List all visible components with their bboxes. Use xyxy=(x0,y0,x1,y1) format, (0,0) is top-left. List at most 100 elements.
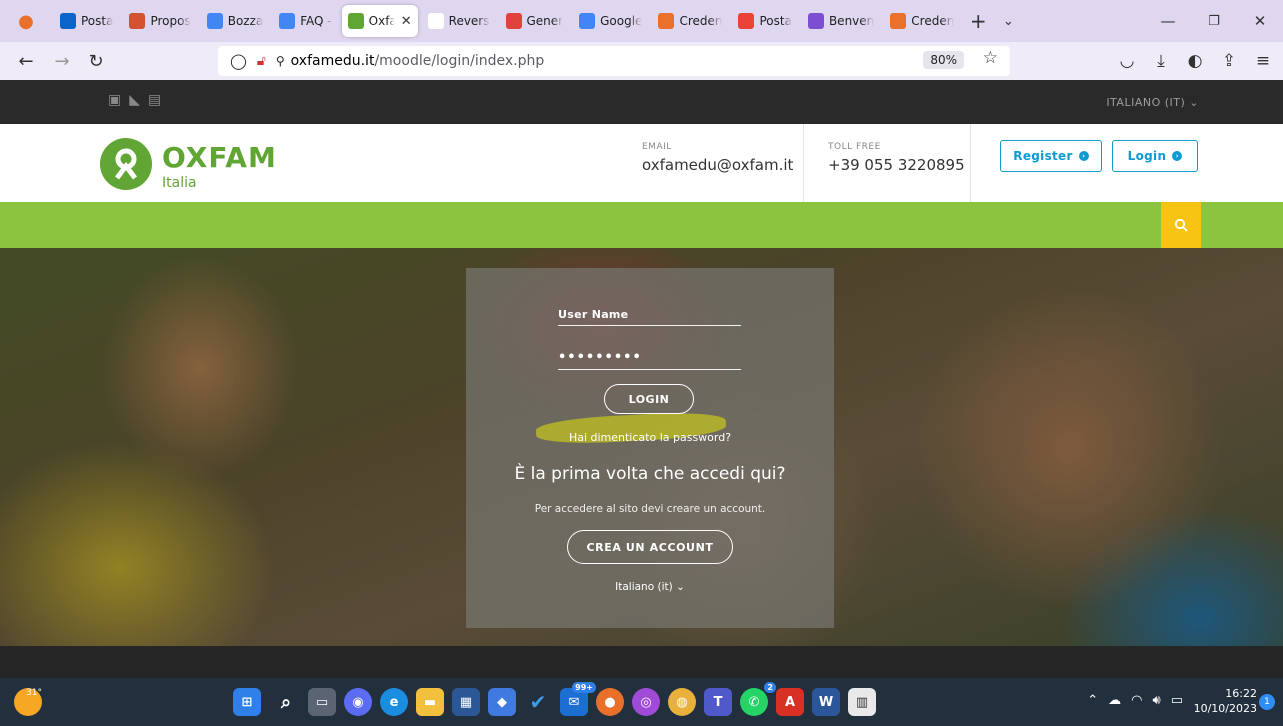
first-time-heading: È la prima volta che accedi qui? xyxy=(514,464,786,484)
oxfam-logo[interactable]: OXFAM Italia xyxy=(100,138,277,190)
volume-icon[interactable]: 🔊︎ xyxy=(1153,693,1161,708)
search-button[interactable] xyxy=(1161,202,1201,248)
zoom-indicator[interactable]: 80% xyxy=(923,51,964,69)
oxfam-icon xyxy=(347,13,364,29)
weather-temp: 31° xyxy=(26,688,42,698)
cloud-icon[interactable]: ☁ xyxy=(1108,693,1121,708)
chrome-icon[interactable]: ◍ xyxy=(668,688,696,716)
password-input[interactable]: ••••••••• xyxy=(558,350,741,370)
navigation-toolbar: ← → ↻ ◯ 🔓︎ ⚲ oxfamedu.it/moodle/login/in… xyxy=(0,42,1283,80)
share-icon[interactable]: ⇪ xyxy=(1215,47,1243,75)
forgot-password-link[interactable]: Hai dimenticato la password? xyxy=(466,431,834,444)
email-value[interactable]: oxfamedu@oxfam.it xyxy=(642,156,793,174)
google-icon xyxy=(579,13,596,29)
browser-tab[interactable]: FAQ - xyxy=(273,5,337,37)
docs-icon xyxy=(279,13,296,29)
browser-tab[interactable]: Propos xyxy=(123,5,196,37)
menu-icon[interactable]: ≡ xyxy=(1249,47,1277,75)
register-button[interactable]: Register › xyxy=(1000,140,1102,172)
clock-date: 10/10/2023 xyxy=(1193,702,1257,715)
word-icon[interactable]: W xyxy=(812,688,840,716)
arrow-circle-icon: › xyxy=(1078,151,1089,161)
email-label: EMAIL xyxy=(642,142,672,152)
login-button[interactable]: LOGIN xyxy=(604,384,694,414)
chevron-up-icon[interactable]: ⌃ xyxy=(1087,693,1098,708)
app-icon[interactable]: ◆ xyxy=(488,688,516,716)
email-contact: EMAIL oxfamedu@oxfam.it xyxy=(642,142,793,174)
tab-label: Oxfa xyxy=(368,14,395,28)
arrow-circle-icon: › xyxy=(1172,151,1183,161)
search-taskbar-icon[interactable]: ⌕ xyxy=(272,688,300,716)
tab-label: Posta xyxy=(81,14,114,28)
extension-icon[interactable]: ◐ xyxy=(1181,47,1209,75)
language-switcher[interactable]: ITALIANO (IT) ⌄ xyxy=(1106,96,1199,109)
bookmark-star-icon[interactable]: ☆ xyxy=(983,48,998,68)
permissions-icon[interactable]: ⚲ xyxy=(276,54,285,68)
app-icon[interactable]: ▥ xyxy=(848,688,876,716)
whatsapp-icon[interactable]: ✆ 2 xyxy=(740,682,776,716)
store-icon[interactable]: ▦ xyxy=(452,688,480,716)
system-tray: ⌃ ☁ ◠ 🔊︎ ▭ xyxy=(1087,693,1183,708)
game-icon[interactable]: ◎ xyxy=(632,688,660,716)
teams-icon[interactable]: T xyxy=(704,688,732,716)
blank-icon xyxy=(427,13,444,29)
restore-icon[interactable]: ❐ xyxy=(1191,0,1237,42)
browser-tab[interactable]: Google xyxy=(573,5,648,37)
browser-tab[interactable]: Posta xyxy=(54,5,119,37)
minimize-icon[interactable]: — xyxy=(1145,0,1191,42)
pocket-icon[interactable]: ◡ xyxy=(1113,47,1141,75)
acrobat-icon[interactable]: A xyxy=(776,688,804,716)
brand-sub: Italia xyxy=(162,175,197,191)
browser-tab[interactable]: Benven xyxy=(802,5,880,37)
task-view-icon[interactable]: ▭ xyxy=(308,688,336,716)
firefox-taskbar-icon[interactable]: ● xyxy=(596,688,624,716)
url-bar[interactable]: ◯ 🔓︎ ⚲ oxfamedu.it/moodle/login/index.ph… xyxy=(218,46,1010,76)
new-tab-icon[interactable]: + xyxy=(964,7,992,35)
browser-tab[interactable]: Posta xyxy=(732,5,797,37)
weather-widget[interactable]: 31° xyxy=(14,688,42,716)
create-account-button[interactable]: CREA UN ACCOUNT xyxy=(567,530,733,564)
browser-tab[interactable]: Creden xyxy=(652,5,728,37)
browser-tab[interactable]: Revers xyxy=(422,5,496,37)
chat-icon[interactable]: ◉ xyxy=(344,688,372,716)
file-explorer-icon[interactable]: ▬ xyxy=(416,688,444,716)
browser-tab[interactable]: Bozza xyxy=(201,5,270,37)
twitter-icon[interactable]: ◣ xyxy=(129,92,140,108)
tollfree-contact: TOLL FREE +39 055 3220895 xyxy=(828,142,965,174)
top-strip: ▣ ◣ ▤ ITALIANO (IT) ⌄ xyxy=(0,80,1283,124)
firefox-icon xyxy=(890,13,907,29)
divider xyxy=(970,124,971,202)
youtube-icon[interactable]: ▤ xyxy=(148,92,161,108)
battery-icon[interactable]: ▭ xyxy=(1171,693,1183,708)
facebook-icon[interactable]: ▣ xyxy=(108,92,121,108)
tab-label: Gener xyxy=(526,14,564,28)
firefox-menu-icon[interactable]: ● xyxy=(12,7,40,35)
language-selector[interactable]: Italiano (it) ⌄ xyxy=(466,581,834,593)
browser-tab[interactable]: Gener xyxy=(500,5,570,37)
list-tabs-icon[interactable]: ⌄ xyxy=(994,7,1022,35)
back-icon[interactable]: ← xyxy=(12,47,40,75)
shield-icon[interactable]: ◯ xyxy=(230,52,247,70)
forward-icon[interactable]: → xyxy=(48,47,76,75)
tollfree-value[interactable]: +39 055 3220895 xyxy=(828,156,965,174)
wifi-icon[interactable]: ◠ xyxy=(1131,693,1142,708)
browser-tab[interactable]: Creden xyxy=(884,5,960,37)
close-window-icon[interactable]: ✕ xyxy=(1237,0,1283,42)
windows-taskbar: 31° ⊞ ⌕ ▭ ◉ e ▬ ▦ ◆ ✔ ✉ 99+ ● ◎ ◍ T ✆ 2 A … xyxy=(0,678,1283,726)
todo-icon[interactable]: ✔ xyxy=(524,688,552,716)
username-input[interactable]: User Name xyxy=(558,308,741,326)
insecure-lock-icon[interactable]: 🔓︎ xyxy=(257,53,266,69)
downloads-icon[interactable]: ⤓ xyxy=(1147,47,1175,75)
site-header: OXFAM Italia EMAIL oxfamedu@oxfam.it TOL… xyxy=(0,124,1283,202)
clock[interactable]: 16:22 10/10/2023 xyxy=(1194,686,1257,716)
register-label: Register xyxy=(1013,149,1073,163)
reload-icon[interactable]: ↻ xyxy=(82,47,110,75)
start-icon[interactable]: ⊞ xyxy=(233,688,261,716)
whatsapp-badge: 2 xyxy=(764,682,776,693)
login-header-button[interactable]: Login › xyxy=(1112,140,1198,172)
edge-icon[interactable]: e xyxy=(380,688,408,716)
browser-tab[interactable]: Oxfa ✕ xyxy=(341,5,418,37)
notification-badge[interactable]: 1 xyxy=(1259,694,1275,710)
close-tab-icon[interactable]: ✕ xyxy=(401,14,412,29)
mail-icon[interactable]: ✉ 99+ xyxy=(560,682,596,716)
